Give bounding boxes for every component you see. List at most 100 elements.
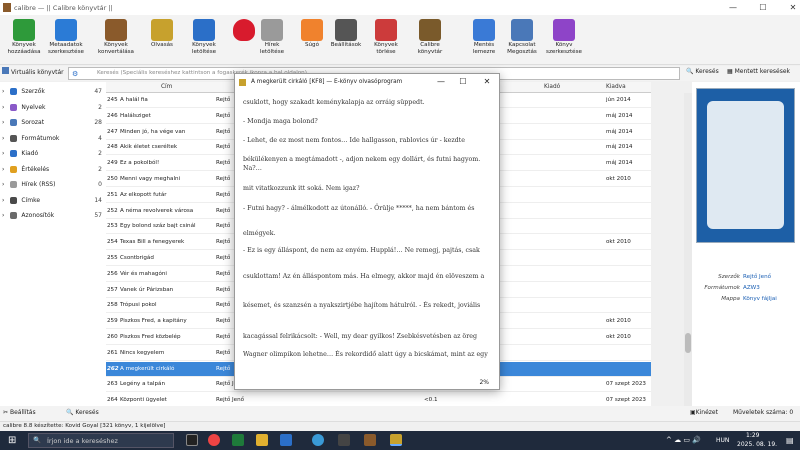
convert-books-icon bbox=[105, 19, 127, 41]
book-author: Rejtő bbox=[216, 176, 231, 182]
virtual-library-button[interactable]: Virtuális könyvtár bbox=[2, 67, 64, 76]
book-title: Az elkopott futár bbox=[120, 191, 167, 198]
toolbar-button-10[interactable]: Calibre könyvtár bbox=[410, 17, 450, 55]
clock-date[interactable]: 2025. 08. 19. bbox=[737, 441, 777, 448]
viewer-maximize-button[interactable]: ☐ bbox=[453, 77, 473, 86]
viewer-paragraph: csuklottam! Az én álláspontom más. Ha el… bbox=[243, 273, 485, 280]
column-header-date[interactable]: Kiadva bbox=[606, 84, 626, 90]
tag-category-item[interactable]: › Azonosítók 57 bbox=[2, 209, 104, 222]
category-count: 0 bbox=[98, 181, 102, 188]
calibre-taskbar-icon[interactable] bbox=[364, 434, 376, 446]
prefs-label: Beállítás bbox=[9, 409, 36, 416]
column-header-publisher[interactable]: Kiadó bbox=[544, 84, 560, 90]
category-icon bbox=[10, 212, 18, 219]
word-icon[interactable] bbox=[280, 434, 292, 446]
tag-category-item[interactable]: › Nyelvek 2 bbox=[2, 101, 104, 114]
book-date: máj 2014 bbox=[606, 112, 633, 119]
book-date: máj 2014 bbox=[606, 160, 633, 167]
detail-value[interactable]: Könyv fájljai bbox=[743, 296, 777, 302]
reading-progress: 2% bbox=[479, 379, 489, 386]
jobs-indicator[interactable]: Műveletek száma: 0 bbox=[733, 409, 793, 416]
chevron-right-icon: › bbox=[2, 119, 5, 126]
book-list-scrollbar[interactable] bbox=[684, 93, 692, 411]
book-date: okt 2010 bbox=[606, 239, 631, 246]
close-button[interactable]: ✕ bbox=[778, 0, 800, 15]
toolbar-label: Metaadatok szerkesztése bbox=[48, 42, 84, 55]
status-bar: calibre 8.8 készítette: Kovid Goyal [321… bbox=[0, 421, 800, 431]
toolbar-button-4[interactable]: Könyvek letöltése bbox=[184, 17, 224, 55]
toolbar-button-2[interactable]: Könyvek konvertálása bbox=[96, 17, 136, 55]
windows-taskbar: ⊞ 🔍 Írjon ide a kereséshez ^ ☁ ▭ 🔊 HUN 1… bbox=[0, 431, 800, 450]
edge-icon[interactable] bbox=[312, 434, 324, 446]
chevron-right-icon: › bbox=[2, 150, 5, 157]
notification-icon[interactable]: ▤ bbox=[786, 436, 794, 445]
connect-share-icon bbox=[511, 19, 533, 41]
calibre-app-icon bbox=[3, 3, 11, 12]
detail-key: Szerzők bbox=[718, 274, 740, 280]
row-number: 245 bbox=[107, 97, 118, 103]
toolbar-button-9[interactable]: Könyvek törlése bbox=[366, 17, 406, 55]
library-icon bbox=[2, 67, 9, 74]
search-icon: 🔍 bbox=[66, 409, 74, 416]
toolbar-button-11[interactable]: Mentés lemezre bbox=[464, 17, 504, 55]
book-title: Csontbrigád bbox=[120, 255, 154, 261]
file-explorer-icon[interactable] bbox=[256, 434, 268, 446]
chevron-right-icon: › bbox=[2, 88, 5, 95]
tag-category-item[interactable]: › Szerzők 47 bbox=[2, 85, 104, 98]
book-title: Egy bolond száz bajt csinál bbox=[120, 223, 196, 230]
tag-category-item[interactable]: › Címke 14 bbox=[2, 194, 104, 207]
terminal-icon[interactable] bbox=[338, 434, 350, 446]
clock-time[interactable]: 1:29 bbox=[746, 432, 759, 439]
category-icon bbox=[10, 88, 18, 95]
book-author: Rejtő bbox=[216, 270, 231, 277]
tray-icons[interactable]: ^ ☁ ▭ 🔊 bbox=[666, 436, 701, 444]
prefs-button[interactable]: ✂ Beállítás bbox=[3, 409, 36, 416]
library-icon bbox=[419, 19, 441, 41]
category-icon bbox=[10, 150, 18, 157]
search-button[interactable]: 🔍 Keresés bbox=[686, 68, 719, 75]
saved-searches-button[interactable]: ▦ Mentett keresések bbox=[727, 68, 790, 75]
category-count: 2 bbox=[98, 103, 102, 111]
book-author: Rejtő bbox=[216, 191, 231, 198]
task-view-icon[interactable] bbox=[186, 434, 198, 446]
search-options-icon[interactable]: ⚙ bbox=[72, 70, 78, 78]
viewer-close-button[interactable]: ✕ bbox=[477, 77, 497, 86]
tag-category-item[interactable]: › Formátumok 4 bbox=[2, 132, 104, 145]
taskbar-search[interactable]: 🔍 Írjon ide a kereséshez bbox=[28, 433, 174, 448]
input-language[interactable]: HUN bbox=[716, 437, 729, 444]
minimize-button[interactable]: — bbox=[718, 0, 748, 15]
chrome-icon[interactable] bbox=[208, 434, 220, 446]
scrollbar-thumb[interactable] bbox=[685, 333, 691, 353]
book-cover[interactable] bbox=[696, 88, 795, 243]
column-header-title[interactable]: Cím bbox=[161, 84, 172, 90]
row-number: 257 bbox=[107, 286, 118, 293]
detail-value[interactable]: AZW3 bbox=[743, 285, 760, 291]
tag-category-item[interactable]: › Sorozat 28 bbox=[2, 116, 104, 129]
bottom-bar: ✂ Beállítás 🔍 Keresés ▣Kinézet Műveletek… bbox=[0, 406, 800, 422]
category-icon bbox=[10, 119, 18, 126]
viewer-taskbar-icon[interactable] bbox=[390, 434, 402, 446]
toolbar-button-1[interactable]: Metaadatok szerkesztése bbox=[46, 17, 86, 55]
preferences-icon bbox=[335, 19, 357, 41]
toolbar-button-0[interactable]: Könyvek hozzáadása bbox=[4, 17, 44, 55]
tag-search-button[interactable]: 🔍 Keresés bbox=[66, 409, 99, 416]
layout-button[interactable]: ▣Kinézet bbox=[690, 409, 718, 416]
row-number: 253 bbox=[107, 223, 118, 230]
toolbar-button-13[interactable]: Könyv szerkesztése bbox=[544, 17, 584, 55]
toolbar-button-12[interactable]: Kapcsolat Megosztás bbox=[502, 17, 542, 55]
toolbar-button-8[interactable]: Beállítások bbox=[326, 17, 366, 49]
tag-category-item[interactable]: › Kiadó 2 bbox=[2, 147, 104, 160]
viewer-minimize-button[interactable]: — bbox=[431, 77, 451, 86]
start-icon[interactable]: ⊞ bbox=[8, 435, 16, 446]
book-author: Rejtő bbox=[216, 255, 231, 261]
toolbar-label: Kapcsolat Megosztás bbox=[507, 42, 537, 55]
maximize-button[interactable]: ☐ bbox=[748, 0, 778, 15]
save-to-disk-icon bbox=[473, 19, 495, 41]
category-label: Nyelvek bbox=[21, 103, 46, 111]
toolbar-button-3[interactable]: Olvasás bbox=[142, 17, 182, 49]
tag-category-item[interactable]: › Hírek (RSS) 0 bbox=[2, 178, 104, 191]
tag-category-item[interactable]: › Értékelés 2 bbox=[2, 163, 104, 176]
toolbar-button-6[interactable]: Hírek letöltése bbox=[252, 17, 292, 55]
excel-icon[interactable] bbox=[232, 434, 244, 446]
detail-value[interactable]: Rejtő Jenő bbox=[743, 274, 771, 280]
